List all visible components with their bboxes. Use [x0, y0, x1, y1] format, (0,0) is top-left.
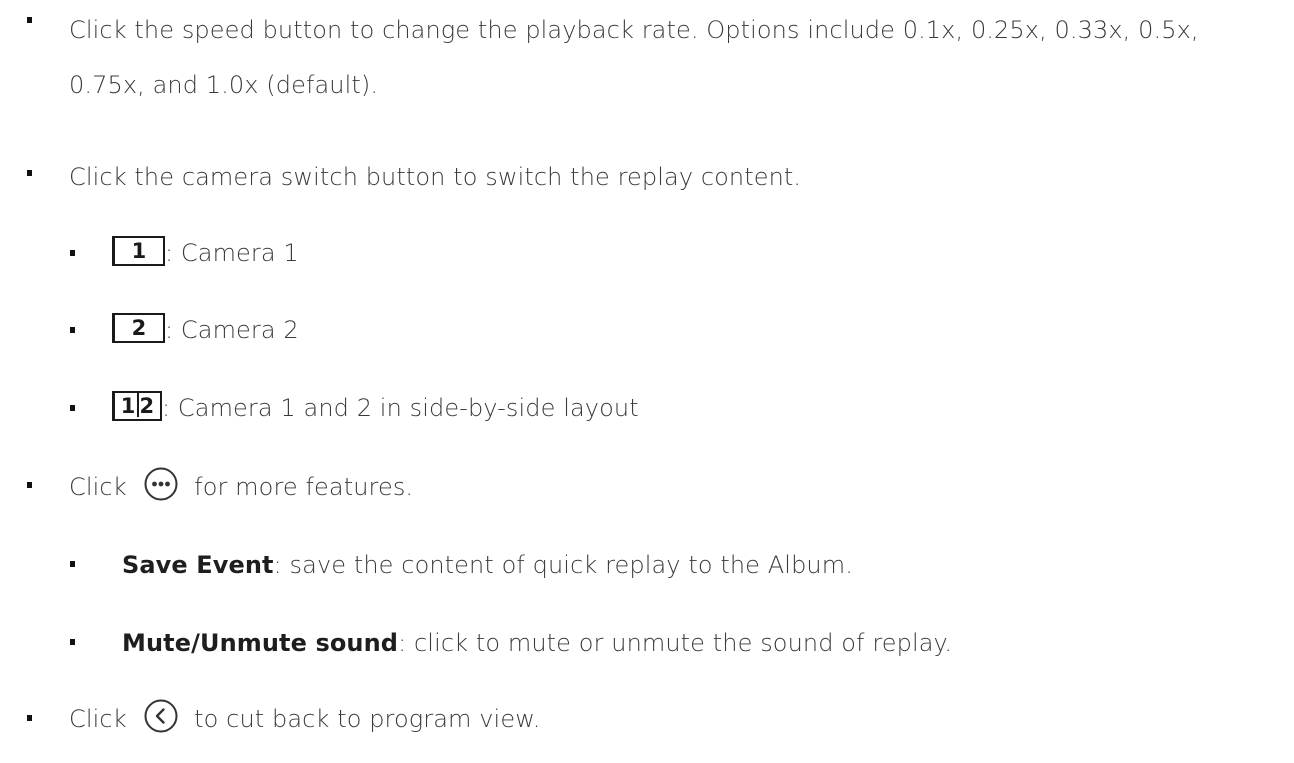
- camera-1-2-line: 12: Camera 1 and 2 in side-by-side layou…: [112, 391, 639, 425]
- camera-2-line: 2: Camera 2: [112, 313, 299, 347]
- camera-1-2-key: 12: [112, 391, 162, 421]
- bullet-marker: [27, 17, 32, 23]
- more-suffix: for more features.: [194, 473, 414, 501]
- bullet-marker: [27, 715, 32, 721]
- save-event-term: Save Event: [122, 551, 274, 579]
- more-prefix: Click: [69, 473, 127, 501]
- camera-1-2-label: : Camera 1 and 2 in side-by-side layout: [162, 394, 639, 422]
- save-event-desc: : save the content of quick replay to th…: [273, 551, 853, 579]
- bullet-marker: [70, 405, 75, 411]
- mute-line: Mute/Unmute sound: click to mute or unmu…: [122, 626, 952, 660]
- bullet-marker: [70, 561, 75, 567]
- camera-1-line: 1: Camera 1: [112, 236, 299, 270]
- camera-1-2-key-right: 2: [139, 394, 155, 418]
- back-suffix: to cut back to program view.: [194, 705, 541, 733]
- bullet-marker: [27, 170, 32, 176]
- camera-1-2-key-left: 1: [120, 394, 136, 418]
- mute-desc: : click to mute or unmute the sound of r…: [398, 629, 953, 657]
- bullet-marker: [70, 639, 75, 645]
- back-prefix: Click: [69, 705, 127, 733]
- key-divider: [136, 393, 139, 417]
- speed-instruction: Click the speed button to change the pla…: [69, 16, 1199, 99]
- more-line: Click for more features.: [69, 467, 414, 505]
- back-line: Click to cut back to program view.: [69, 699, 541, 737]
- bullet-marker: [70, 250, 75, 256]
- camera-switch-instruction: Click the camera switch button to switch…: [69, 163, 802, 191]
- camera-2-label: : Camera 2: [165, 316, 299, 344]
- save-event-line: Save Event: save the content of quick re…: [122, 548, 853, 582]
- bullet-marker: [27, 482, 32, 488]
- camera-1-label: : Camera 1: [165, 239, 299, 267]
- back-chevron-circle-icon: [144, 699, 178, 733]
- mute-term: Mute/Unmute sound: [122, 629, 399, 657]
- camera-2-key: 2: [112, 313, 165, 343]
- camera-1-key: 1: [112, 236, 165, 266]
- bullet-marker: [70, 327, 75, 333]
- more-horizontal-circle-icon: [144, 467, 178, 501]
